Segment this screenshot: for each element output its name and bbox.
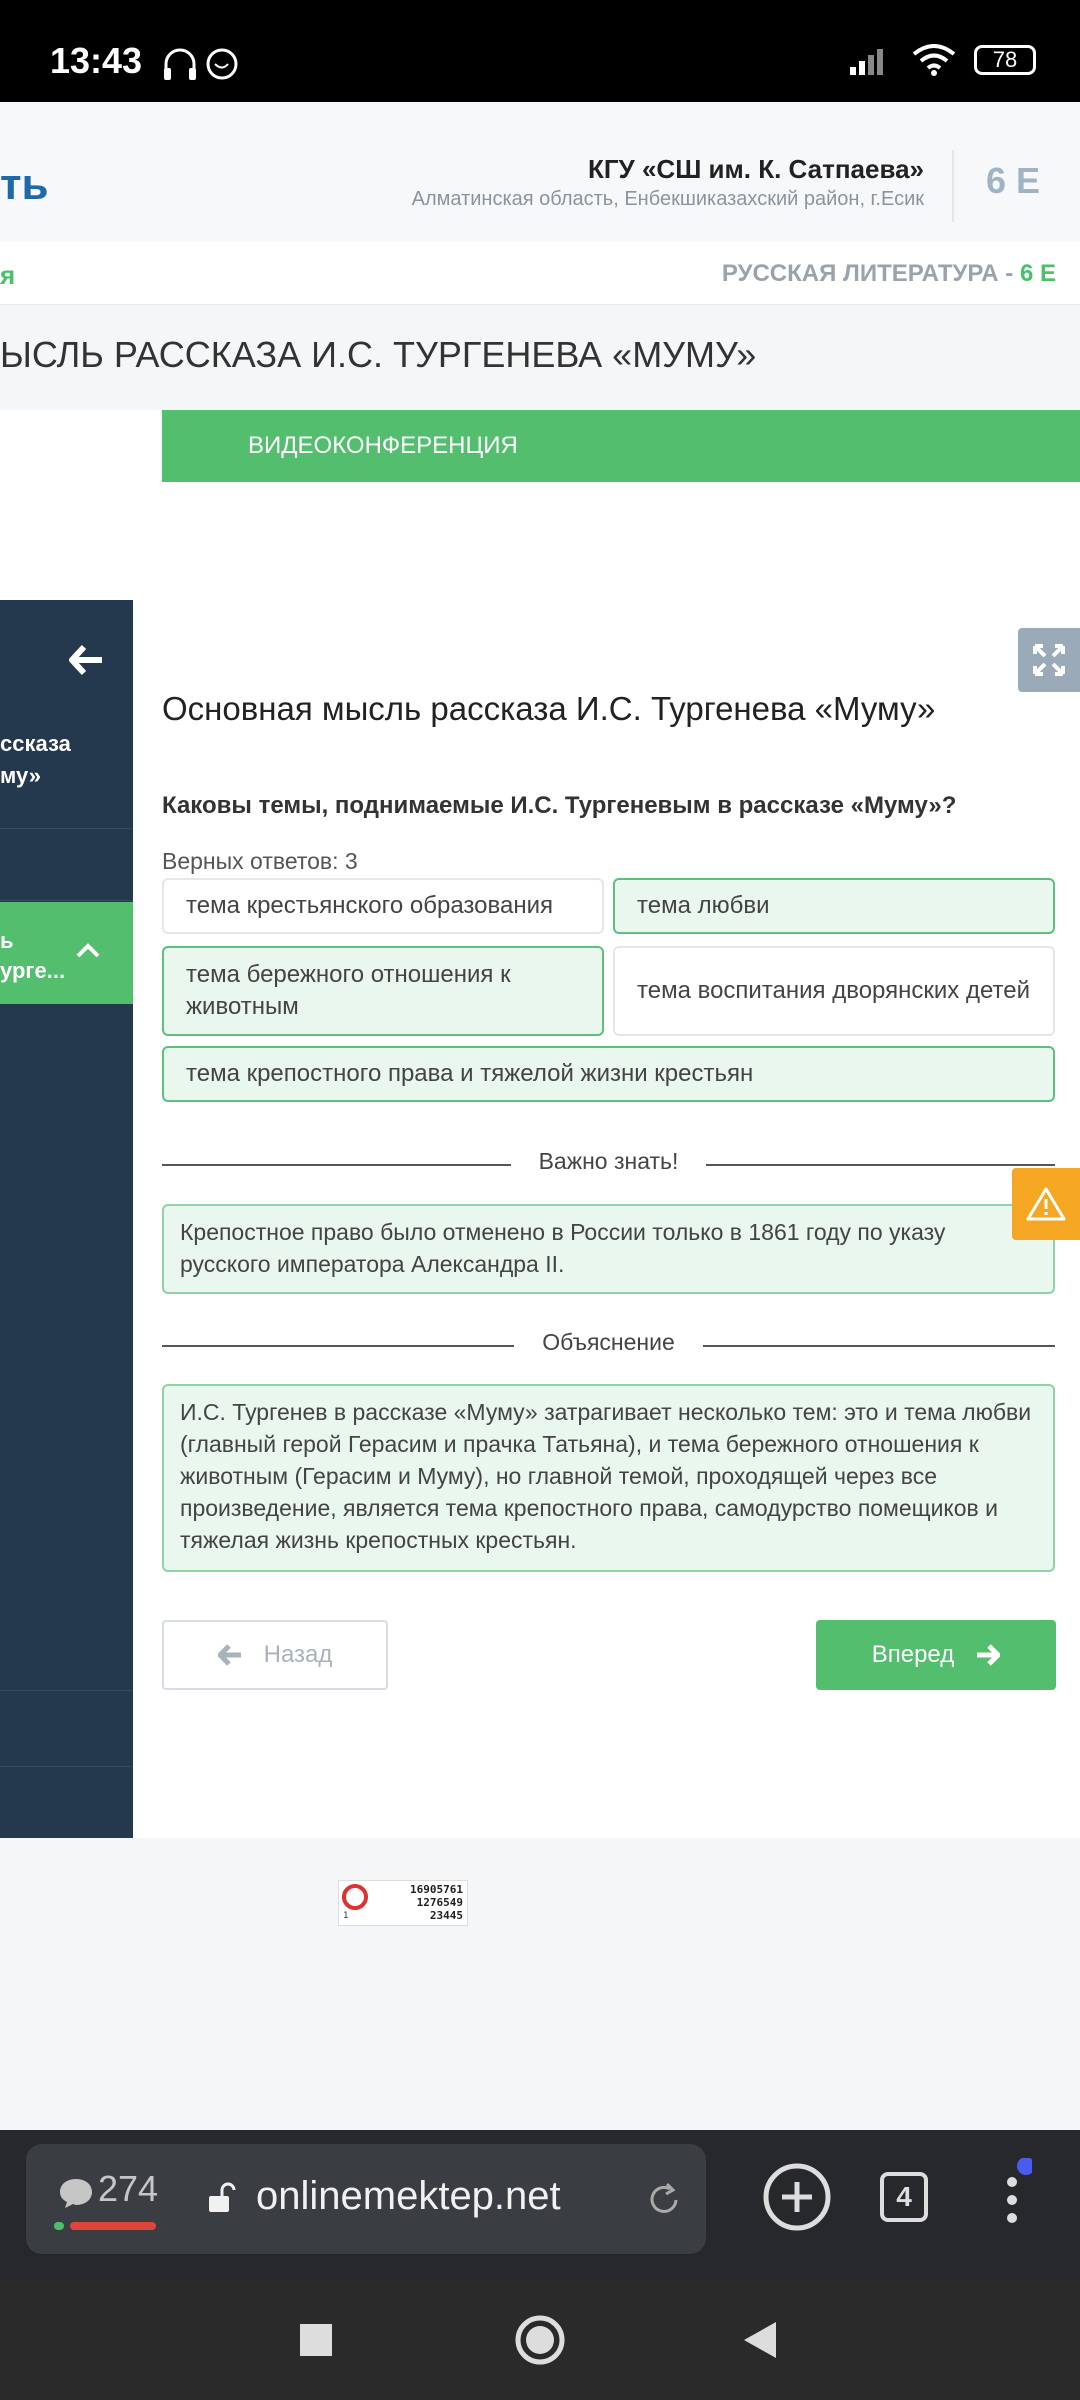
counter-small: 1 (343, 1911, 349, 1921)
task-title: Основная мысль рассказа И.С. Тургенева «… (162, 690, 936, 727)
sidebar: ссказа му» ь урге... (0, 600, 133, 1838)
important-separator: Важно знать! (162, 1148, 1055, 1175)
answer-label: тема крестьянского образования (186, 892, 553, 919)
school-name: КГУ «СШ им. К. Сатпаева» (587, 154, 924, 184)
school-header: ть КГУ «СШ им. К. Сатпаева» Алматинская … (0, 102, 1080, 242)
site-logo[interactable]: ть (0, 160, 49, 210)
chevron-up-icon[interactable] (76, 932, 100, 966)
correct-answers-count: Верных ответов: 3 (162, 848, 358, 874)
counter-line: 23445 (429, 1909, 463, 1922)
expand-icon (1033, 644, 1065, 676)
tab-videoconference-label: ВИДЕОКОНФЕРЕНЦИЯ (248, 432, 518, 459)
sidebar-active-label: ь урге... (0, 926, 65, 986)
back-button-label: Назад (263, 1641, 333, 1668)
arrow-right-icon (977, 1644, 1001, 1666)
status-right: 78 (850, 44, 1036, 76)
signal-icon (850, 49, 883, 75)
tabs-count-button[interactable]: 4 (880, 2172, 928, 2222)
answer-label: тема бережного отношения к животным (186, 961, 511, 1020)
explanation-text: И.С. Тургенев в рассказе «Муму» затрагив… (180, 1399, 1032, 1553)
counter-logo-icon (342, 1884, 368, 1910)
chat-count: 274 (98, 2168, 159, 2209)
counter-values: 16905761 1276549 23445 (410, 1883, 463, 1922)
arrow-left-icon (217, 1644, 241, 1666)
header-divider (952, 150, 954, 222)
report-button[interactable] (1012, 1168, 1080, 1240)
sidebar-item-lesson[interactable]: ссказа му» (0, 728, 133, 792)
fullscreen-button[interactable] (1018, 628, 1080, 692)
sidebar-divider (0, 1690, 133, 1691)
system-navbar (0, 2280, 1080, 2400)
status-time: 13:43 (50, 40, 143, 81)
address-bar[interactable]: 274 onlinemektep.net (26, 2144, 706, 2254)
subject-name: РУССКАЯ ЛИТЕРАТУРА - (721, 260, 1020, 287)
explanation-box: И.С. Тургенев в рассказе «Муму» затрагив… (162, 1384, 1055, 1572)
menu-dots-icon[interactable] (992, 2158, 1032, 2238)
battery-indicator: 78 (974, 45, 1036, 75)
lesson-title: ЫСЛЬ РАССКАЗА И.С. ТУРГЕНЕВА «МУМУ» (0, 334, 757, 375)
subject-grade: 6 Е (1019, 260, 1056, 287)
answer-option[interactable]: тема воспитания дворянских детей (613, 946, 1055, 1036)
question-text: Каковы темы, поднимаемые И.С. Тургеневым… (162, 792, 957, 819)
sidebar-active-line1: ь (0, 928, 14, 953)
next-button-label: Вперед (871, 1641, 955, 1668)
subject-bar: я РУССКАЯ ЛИТЕРАТУРА - 6 Е (0, 242, 1080, 305)
counter-line: 1276549 (416, 1896, 463, 1909)
tab-videoconference[interactable]: ВИДЕОКОНФЕРЕНЦИЯ (162, 410, 1080, 482)
important-text: Крепостное право было отменено в России … (180, 1219, 946, 1277)
status-app-icons (160, 44, 240, 89)
tab-lesson[interactable] (0, 410, 160, 482)
back-button[interactable]: Назад (162, 1620, 388, 1690)
important-label: Важно знать! (510, 1148, 707, 1174)
wifi-icon (912, 44, 956, 76)
browser-toolbar: 274 onlinemektep.net 4 (0, 2130, 1080, 2280)
chat-status-dot (54, 2222, 64, 2230)
answer-option-selected[interactable]: тема любви (613, 878, 1055, 934)
answer-label: тема крепостного права и тяжелой жизни к… (186, 1060, 754, 1087)
answer-label: тема воспитания дворянских детей (637, 977, 1030, 1004)
answer-option-selected[interactable]: тема бережного отношения к животным (162, 946, 604, 1036)
reload-icon[interactable] (646, 2182, 682, 2218)
next-button[interactable]: Вперед (816, 1620, 1056, 1690)
recents-icon[interactable] (298, 2322, 334, 2358)
back-nav-icon[interactable] (740, 2320, 780, 2360)
headphones-icon (164, 48, 238, 80)
answer-option-selected[interactable]: тема крепостного права и тяжелой жизни к… (162, 1046, 1055, 1102)
counter-line: 16905761 (410, 1883, 463, 1896)
lock-open-icon (209, 2182, 236, 2212)
chat-icon (60, 2179, 92, 2208)
explanation-separator: Объяснение (162, 1329, 1055, 1356)
answer-option[interactable]: тема крестьянского образования (162, 878, 604, 934)
answer-label: тема любви (637, 892, 770, 919)
sidebar-item-line1: ссказа (0, 731, 71, 756)
status-bar: 13:43 78 (0, 0, 1080, 102)
explanation-label: Объяснение (514, 1329, 703, 1355)
home-icon[interactable] (514, 2314, 566, 2366)
sidebar-item-line2: му» (0, 763, 42, 788)
back-arrow-icon[interactable] (68, 642, 104, 687)
class-badge: 6 Е (986, 160, 1041, 201)
school-region: Алматинская область, Енбекшиказахский ра… (411, 188, 924, 210)
new-tab-icon[interactable] (762, 2162, 832, 2232)
subject-label: РУССКАЯ ЛИТЕРАТУРА - 6 Е (722, 260, 1056, 288)
warning-icon (1026, 1187, 1066, 1221)
breadcrumb-left[interactable]: я (0, 260, 15, 291)
important-box: Крепостное право было отменено в России … (162, 1204, 1055, 1294)
sidebar-divider (0, 900, 133, 901)
chat-status-bar (70, 2222, 156, 2230)
url-text: onlinemektep.net (256, 2174, 561, 2218)
sidebar-divider (0, 1766, 133, 1767)
sidebar-divider (0, 828, 133, 829)
sidebar-active-line2: урге... (0, 958, 66, 983)
visit-counter[interactable]: 1 16905761 1276549 23445 (338, 1880, 468, 1926)
sidebar-item-active[interactable]: ь урге... (0, 902, 133, 1004)
